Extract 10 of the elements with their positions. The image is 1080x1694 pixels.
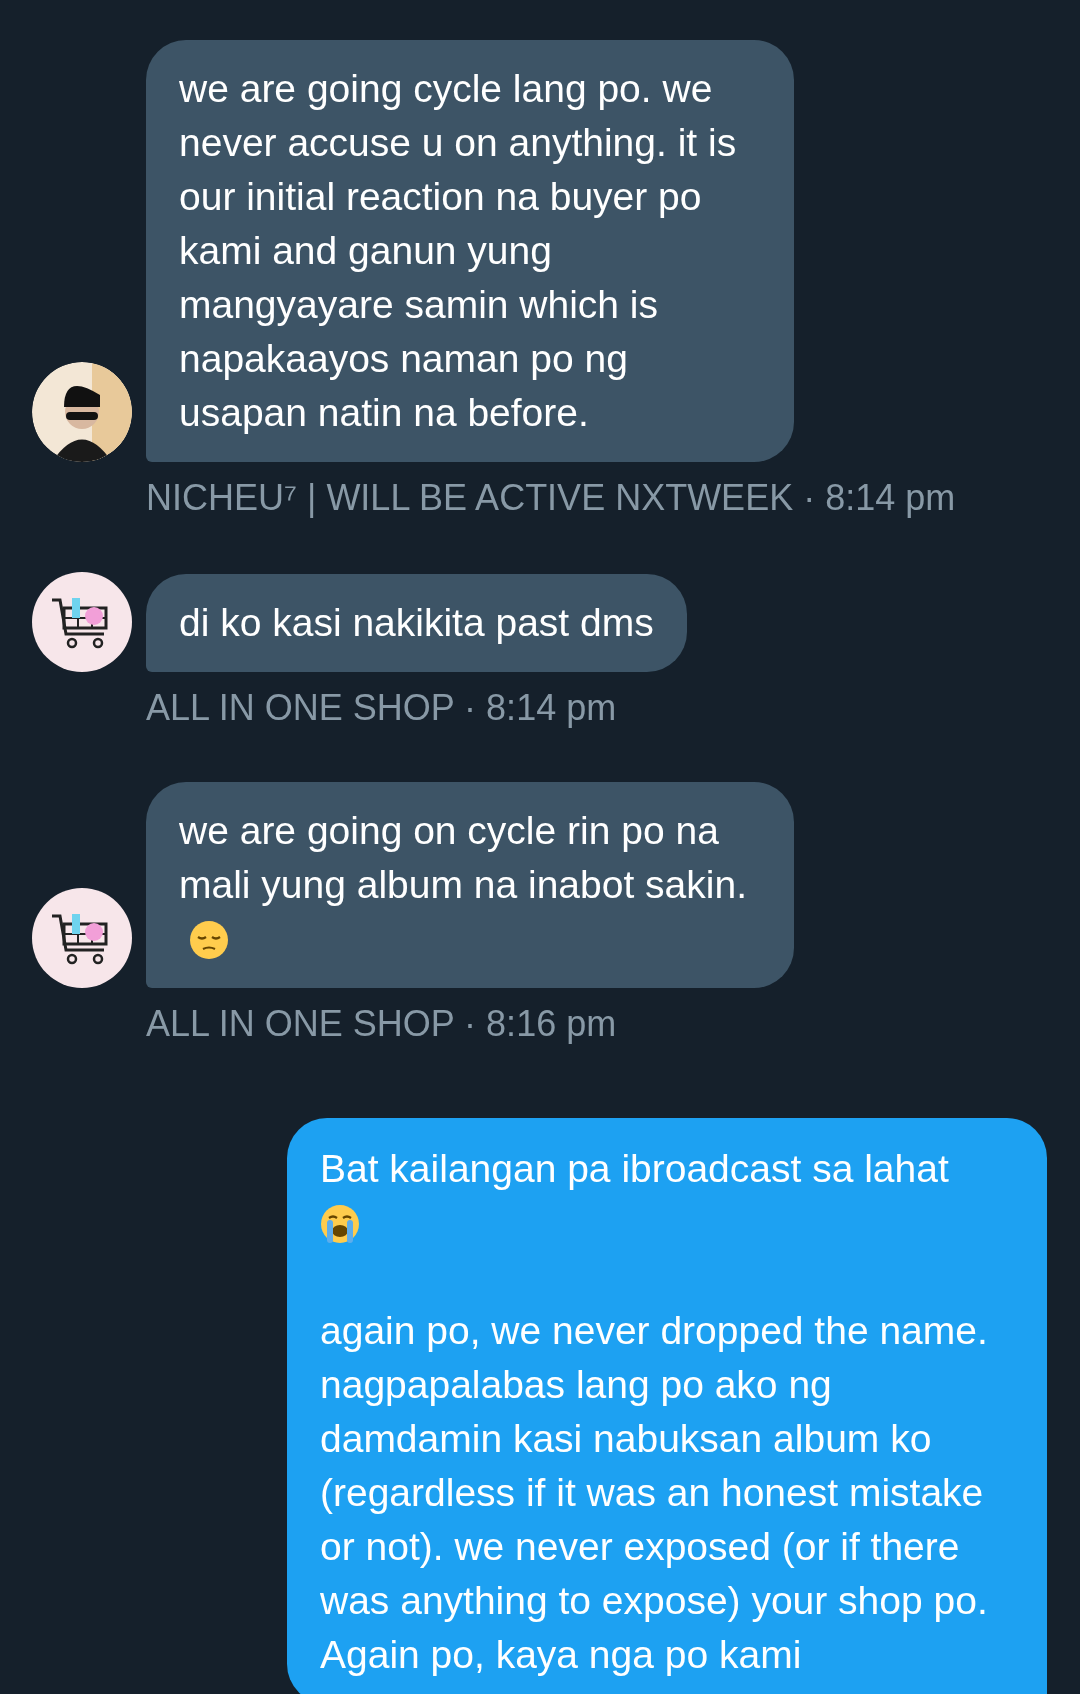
message-text: di ko kasi nakikita past dms [179,601,654,644]
message-text: we are going on cycle rin po na mali yung album na inabot sakin. [179,809,747,906]
crying-face-icon [320,1204,360,1244]
message-meta: ALL IN ONE SHOP · 8:16 pm [146,1004,618,1044]
message-text: we are going cycle lang po. we never accuse u on anything. it is our initial reaction na buyer po kami and ganun yung mangyayare samin which is napakaayos naman po ng usapan natin na before. [179,67,737,434]
message-text: again po, we never dropped the name. nagpapalabas lang po ako ng damdamin kasi nabuksan album ko (regardless if it was an honest mistake or not). we never exposed (or if there was anything to expose) your shop po. Again po, kaya nga po kami [320,1309,988,1676]
pensive-face-icon [189,920,229,960]
message-meta: NICHEU⁷ | WILL BE ACTIVE NXTWEEK · 8:14 pm [146,478,957,518]
message-meta: ALL IN ONE SHOP · 8:14 pm [146,688,618,728]
message-text: Bat kailangan pa ibroadcast sa lahat [320,1147,949,1190]
